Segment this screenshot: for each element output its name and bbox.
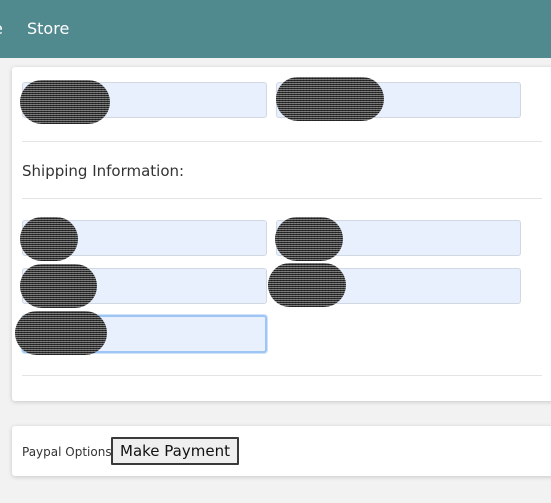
divider-bottom [22, 375, 542, 376]
redacted-value [20, 80, 110, 124]
make-payment-button[interactable]: Make Payment [111, 437, 239, 465]
redacted-value [20, 217, 78, 261]
redacted-value [276, 77, 384, 121]
redacted-value [20, 264, 97, 308]
top-navbar: e Store [0, 0, 551, 58]
redacted-value [268, 263, 346, 307]
shipping-heading: Shipping Information: [22, 162, 185, 180]
nav-link-store[interactable]: Store [27, 19, 69, 39]
nav-brand-partial[interactable]: e [0, 19, 3, 39]
redacted-value [275, 217, 343, 261]
paypal-options-label: Paypal Options [22, 445, 112, 459]
checkout-form-card: Shipping Information: [12, 67, 551, 401]
divider-shipping [22, 198, 542, 199]
divider-top [22, 141, 542, 142]
payment-card: Paypal Options Make Payment [12, 426, 551, 476]
redacted-value [15, 311, 107, 355]
